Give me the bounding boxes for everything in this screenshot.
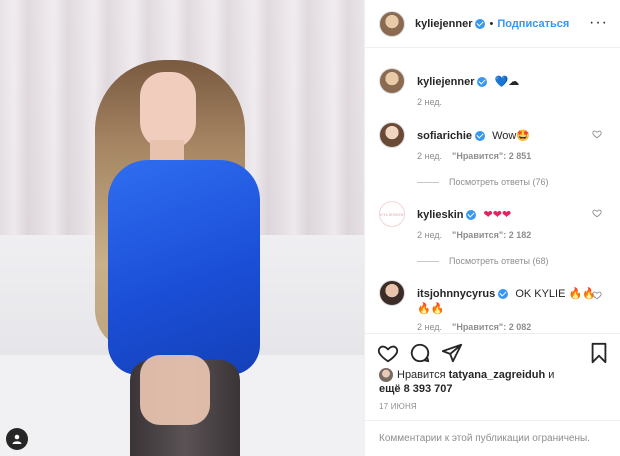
verified-icon (466, 210, 477, 221)
comments-restricted-notice: Комментарии к этой публикации ограничены… (365, 420, 620, 456)
kylieskin-logo-text: KYLIESKIN (380, 211, 404, 217)
comment-likes[interactable]: "Нравится": 2 082 (452, 322, 531, 332)
caption-time: 2 нед. (417, 97, 443, 107)
comment-time: 2 нед. (417, 322, 443, 332)
comment-username[interactable]: sofiarichie (417, 130, 472, 142)
view-replies-button[interactable]: Посмотреть ответы (76) (417, 177, 549, 187)
heart-icon[interactable] (377, 342, 399, 364)
caption-avatar[interactable] (379, 68, 405, 94)
comment-avatar[interactable]: KYLIESKIN (379, 201, 405, 227)
bookmark-icon[interactable] (588, 342, 610, 364)
comment-username[interactable]: itsjohnnycyrus (417, 288, 495, 300)
liker-username[interactable]: tatyana_zagreiduh (449, 369, 546, 381)
verified-icon (477, 77, 488, 88)
caption-username[interactable]: kyliejenner (417, 76, 474, 88)
comment-row: sofiarichie Wow🤩 2 нед. "Нравится": 2 851… (379, 122, 608, 187)
post-panel: kyliejenner • Подписаться ··· kyliejenne… (364, 0, 620, 456)
comment-text-continued: 🔥🔥 (417, 303, 445, 315)
comment-likes[interactable]: "Нравится": 2 182 (452, 230, 531, 240)
action-bar (365, 333, 620, 371)
author-avatar[interactable] (379, 10, 405, 37)
likes-prefix: Нравится (397, 369, 446, 381)
liker-avatar[interactable] (379, 368, 393, 383)
comment-body: ❤❤❤ (483, 209, 512, 221)
verified-icon (498, 289, 509, 300)
comment-meta: 2 нед. "Нравится": 2 851 (417, 151, 531, 161)
verified-icon (475, 131, 486, 142)
caption-meta: 2 нед. (417, 97, 442, 107)
likes-summary: Нравится tatyana_zagreiduh и ещё 8 393 7… (379, 368, 610, 396)
likes-conj: и (548, 369, 555, 381)
comment-text: sofiarichie Wow🤩 (417, 129, 530, 142)
replies-dash (417, 260, 439, 262)
caption-body: 💙☁ (494, 76, 520, 88)
comment-meta: 2 нед. "Нравится": 2 182 (417, 230, 531, 240)
heart-icon[interactable] (592, 208, 602, 218)
comments-list[interactable]: kyliejenner 💙☁ 2 нед. sofiarichie Wow🤩 2… (365, 58, 620, 332)
view-replies-label[interactable]: Посмотреть ответы (68) (449, 256, 549, 266)
view-replies-label[interactable]: Посмотреть ответы (76) (449, 177, 549, 187)
view-replies-button[interactable]: Посмотреть ответы (68) (417, 256, 549, 266)
comment-avatar[interactable] (379, 122, 405, 148)
comment-username[interactable]: kylieskin (417, 209, 463, 221)
comment-row: itsjohnnycyrus OK KYLIE 🔥🔥 🔥🔥 2 нед. "Нра… (379, 280, 608, 332)
user-tag-icon[interactable] (6, 428, 28, 450)
caption-text: kyliejenner 💙☁ (417, 75, 519, 88)
caption-row: kyliejenner 💙☁ 2 нед. (379, 68, 608, 108)
comment-body: OK KYLIE 🔥🔥 (515, 288, 596, 300)
verified-icon (475, 18, 486, 29)
comment-row: KYLIESKIN kylieskin ❤❤❤ 2 нед. "Нравится"… (379, 201, 608, 266)
comment-likes[interactable]: "Нравится": 2 851 (452, 151, 531, 161)
photo-dress (108, 160, 260, 375)
share-icon[interactable] (441, 342, 463, 364)
comment-time: 2 нед. (417, 230, 443, 240)
heart-icon[interactable] (592, 290, 602, 300)
comment-text: kylieskin ❤❤❤ (417, 208, 511, 221)
comment-avatar[interactable] (379, 280, 405, 306)
comment-meta: 2 нед. "Нравится": 2 082 (417, 322, 531, 332)
photo-hands (140, 355, 210, 425)
photo-face (140, 72, 196, 150)
more-options-icon[interactable]: ··· (589, 14, 608, 32)
separator-dot: • (489, 17, 494, 30)
comment-text: itsjohnnycyrus OK KYLIE 🔥🔥 (417, 287, 596, 300)
post-date: 17 ИЮНЯ (379, 402, 417, 411)
author-username[interactable]: kyliejenner (415, 18, 472, 30)
post-photo[interactable] (0, 0, 364, 456)
follow-button[interactable]: Подписаться (497, 18, 569, 30)
replies-dash (417, 181, 439, 183)
heart-icon[interactable] (592, 129, 602, 139)
comment-time: 2 нед. (417, 151, 443, 161)
likes-count[interactable]: ещё 8 393 707 (379, 383, 453, 395)
comment-icon[interactable] (409, 342, 431, 364)
post-header: kyliejenner • Подписаться ··· (365, 0, 620, 48)
comment-body: Wow🤩 (492, 130, 531, 142)
